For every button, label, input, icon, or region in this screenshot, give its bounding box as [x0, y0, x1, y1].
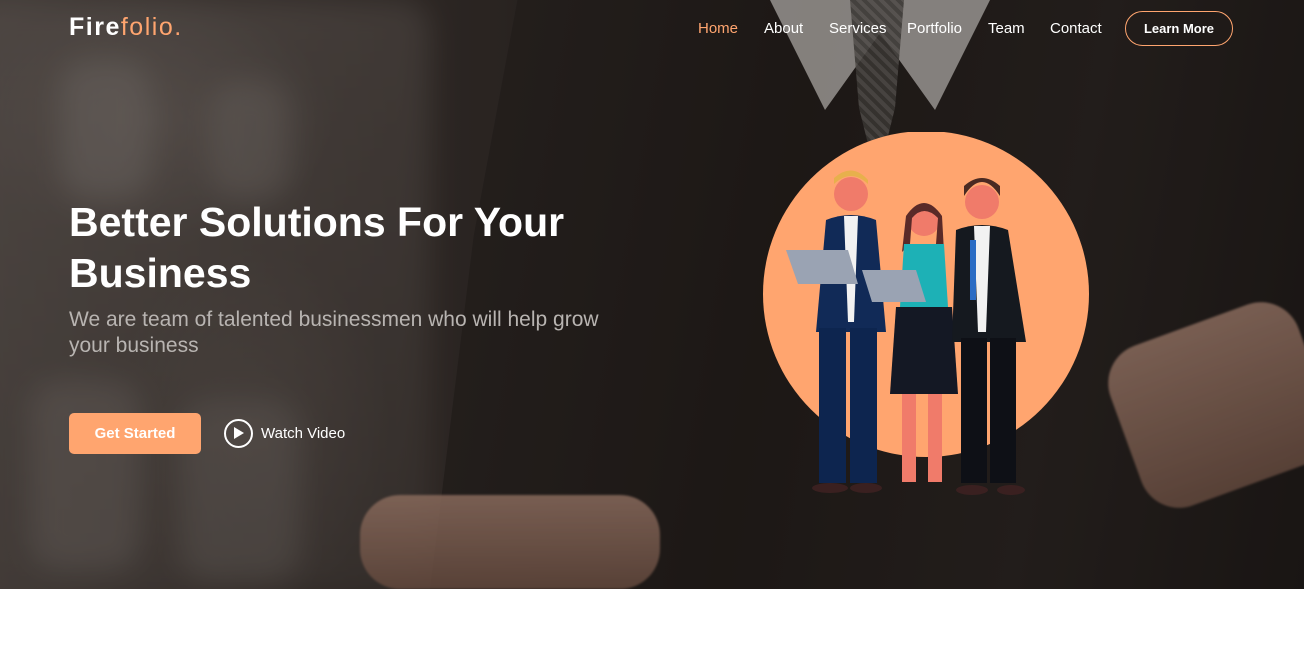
- brand-name-main: Fire: [69, 13, 121, 41]
- nav-about[interactable]: About: [764, 20, 803, 37]
- play-circle-icon: [224, 418, 253, 448]
- hero-title: Better Solutions For Your Business: [69, 199, 565, 296]
- watch-video-label: Watch Video: [261, 424, 346, 442]
- hero-section: Firefolio. Home About Services Portfolio…: [0, 0, 1304, 589]
- hero-subtitle: We are team of talented businessmen who …: [69, 308, 599, 357]
- brand-logo[interactable]: Firefolio.: [69, 13, 183, 42]
- business-team-illustration: [763, 132, 1089, 495]
- brand-name-accent: folio.: [120, 13, 183, 41]
- nav-services[interactable]: Services: [829, 20, 887, 37]
- nav-team[interactable]: Team: [988, 20, 1025, 37]
- watch-video-link[interactable]: Watch Video: [224, 418, 345, 448]
- learn-more-button[interactable]: Learn More: [1125, 11, 1233, 46]
- nav-home[interactable]: Home: [698, 20, 738, 37]
- nav-portfolio[interactable]: Portfolio: [907, 20, 962, 37]
- get-started-button[interactable]: Get Started: [69, 413, 201, 454]
- nav-contact[interactable]: Contact: [1050, 20, 1102, 37]
